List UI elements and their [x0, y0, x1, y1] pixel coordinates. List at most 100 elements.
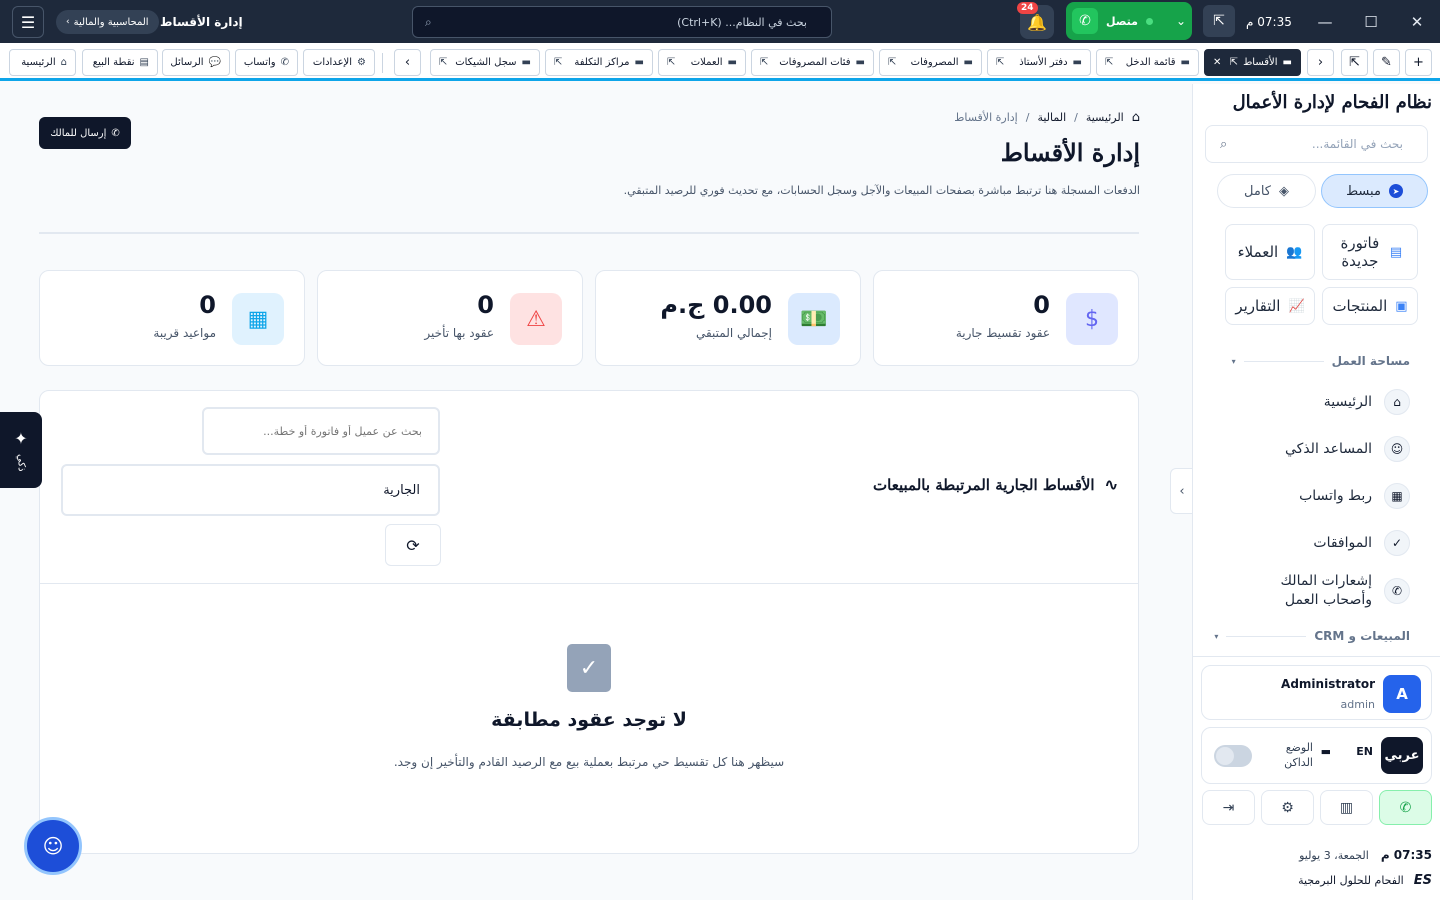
- tab-home[interactable]: ⌂ الرئيسية: [9, 49, 76, 76]
- sidebar-item-ai-assistant[interactable]: ☺ المساعد الذكي: [1285, 436, 1410, 462]
- breadcrumb-home[interactable]: الرئيسية: [1086, 111, 1124, 124]
- external-link-icon: ⇱: [996, 57, 1005, 68]
- stat-value: 0.00 ج.م: [660, 291, 772, 319]
- menu-button[interactable]: ☰: [12, 6, 44, 38]
- refresh-button[interactable]: ⟳: [385, 524, 441, 566]
- analytics-button[interactable]: ▥: [1320, 790, 1373, 825]
- tab-expense-categories[interactable]: ▬ فئات المصروفات ⇱: [751, 49, 874, 76]
- preferences-card: عربي EN ▬ الوضع الداكن: [1201, 727, 1432, 784]
- tab-whatsapp[interactable]: ✆ واتساب: [235, 49, 298, 76]
- chatbot-fab-button[interactable]: ☺: [24, 817, 82, 875]
- chevron-left-icon: ‹: [404, 55, 411, 70]
- sidebar-item-owner-notifications[interactable]: ✆ إشعارات المالك وأصحاب العمل: [1232, 572, 1410, 610]
- breadcrumb-chip[interactable]: ‹ المحاسبية والمالية: [56, 10, 159, 34]
- dark-mode-toggle[interactable]: [1214, 745, 1252, 767]
- tab-currencies[interactable]: ▬ العملات ⇱: [658, 49, 746, 76]
- contracts-search-input[interactable]: [202, 407, 440, 455]
- sidebar-search[interactable]: بحث في القائمة... ⌕: [1205, 125, 1428, 163]
- section-workspace[interactable]: مساحة العمل ▾: [1232, 354, 1410, 368]
- new-tab-button[interactable]: +: [1405, 49, 1432, 76]
- tab-expenses[interactable]: ▬ المصروفات ⇱: [879, 49, 982, 76]
- sidebar-footer-divider: [1193, 656, 1440, 657]
- page-heading: إدارة الأقساط: [1000, 138, 1140, 167]
- breadcrumb: ⌂ الرئيسية / المالية / إدارة الأقساط: [954, 110, 1140, 125]
- section-line: [1226, 635, 1307, 637]
- calendar-icon: ▦: [232, 293, 284, 345]
- sidebar-item-whatsapp-link[interactable]: ▦ ربط واتساب: [1299, 483, 1410, 509]
- sidebar-item-approvals[interactable]: ✓ الموافقات: [1313, 530, 1410, 556]
- user-name: Administrator: [1281, 677, 1375, 691]
- home-icon: ⌂: [60, 57, 67, 68]
- breadcrumb-separator: /: [1074, 111, 1078, 124]
- tab-income-statement[interactable]: ▬ قائمة الدخل ⇱: [1096, 49, 1199, 76]
- sidebar-collapse-button[interactable]: ‹: [1170, 468, 1194, 514]
- moon-icon: ▬: [1320, 745, 1331, 758]
- chevron-down-icon[interactable]: ⌄: [1176, 14, 1186, 28]
- global-search[interactable]: ⌕ بحث في النظام... (Ctrl+K): [412, 6, 832, 38]
- wallet-icon: ▬: [634, 57, 644, 68]
- clear-tabs-button[interactable]: ✎: [1373, 49, 1400, 76]
- quick-new-invoice[interactable]: ▤ فاتورة جديدة: [1322, 224, 1418, 280]
- logout-button[interactable]: ⇥: [1202, 790, 1255, 825]
- ai-assistant-side-tab[interactable]: ✦ ذكي: [0, 412, 42, 488]
- online-dot-icon: [1145, 17, 1153, 25]
- external-link-icon: ⇱: [1229, 57, 1239, 68]
- installments-panel: ∿ الأقساط الجارية المرتبطة بالمبيعات الج…: [39, 390, 1139, 854]
- bell-icon: 🔔: [1027, 12, 1047, 32]
- empty-state-title: لا توجد عقود مطابقة: [491, 709, 687, 731]
- tab-cost-centers[interactable]: ▬ مراكز التكلفة ⇱: [545, 49, 653, 76]
- quick-products[interactable]: ▣ المنتجات: [1322, 287, 1418, 325]
- dark-mode-label: الوضع الداكن: [1284, 741, 1313, 769]
- quick-reports[interactable]: 📈 التقارير: [1225, 287, 1315, 325]
- tab-settings[interactable]: ⚙ الإعدادات: [303, 49, 375, 76]
- external-window-button[interactable]: ⇱: [1203, 5, 1235, 37]
- whatsapp-status[interactable]: ✆ متصل ⌄: [1066, 2, 1192, 40]
- tab-pos[interactable]: ▤ نقطة البيع: [82, 49, 158, 76]
- notifications-button[interactable]: 🔔 24: [1017, 2, 1054, 39]
- quick-customers[interactable]: 👥 العملاء: [1225, 224, 1315, 280]
- external-link-icon: ⇱: [554, 57, 563, 68]
- open-in-window-button[interactable]: ⇱: [1341, 49, 1368, 76]
- sidebar: نظام الفحام لإدارة الأعمال بحث في القائم…: [1192, 84, 1440, 900]
- tabs-scroll-left-button[interactable]: ‹: [394, 49, 421, 76]
- tabs-scroll-right-button[interactable]: ›: [1307, 49, 1334, 76]
- minimize-button[interactable]: —: [1302, 0, 1348, 43]
- status-filter-select[interactable]: الجارية: [61, 464, 440, 516]
- refresh-icon: ⟳: [406, 535, 420, 555]
- maximize-button[interactable]: ☐: [1348, 0, 1394, 43]
- avatar: A: [1383, 675, 1421, 713]
- chevron-down-icon: ▾: [1231, 356, 1236, 366]
- send-owner-button[interactable]: ✆ إرسال للمالك: [39, 117, 131, 149]
- tab-ledger[interactable]: ▬ دفتر الأستاذ ⇱: [987, 49, 1091, 76]
- home-icon: ⌂: [1384, 389, 1410, 415]
- mode-simple-toggle[interactable]: ➤ مبسط: [1321, 174, 1428, 208]
- tab-messages[interactable]: 💬 الرسائل: [162, 49, 230, 76]
- company-logo: ES: [1413, 873, 1432, 888]
- whatsapp-icon: ✆: [111, 127, 120, 139]
- settings-button[interactable]: ⚙: [1261, 790, 1314, 825]
- sidebar-item-home[interactable]: ⌂ الرئيسية: [1324, 389, 1410, 415]
- messages-icon: 💬: [208, 57, 221, 68]
- mode-full-toggle[interactable]: ◈ كامل: [1217, 174, 1316, 208]
- tab-cheques[interactable]: ▬ سجل الشيكات ⇱: [430, 49, 540, 76]
- whatsapp-icon: ✆: [1399, 799, 1412, 816]
- section-line: [1243, 360, 1324, 362]
- close-button[interactable]: ✕: [1394, 0, 1440, 43]
- section-sales-crm[interactable]: المبيعات و CRM ▾: [1214, 629, 1410, 643]
- whatsapp-icon: ✆: [1072, 8, 1098, 34]
- close-tab-icon[interactable]: ✕: [1213, 57, 1221, 68]
- whatsapp-footer-button[interactable]: ✆: [1379, 790, 1432, 825]
- external-link-icon: ⇱: [667, 57, 676, 68]
- user-card[interactable]: A Administrator admin: [1201, 665, 1432, 720]
- wallet-icon: ▬: [963, 57, 973, 68]
- lang-en-button[interactable]: EN: [1356, 745, 1373, 758]
- wallet-icon: ▬: [1072, 57, 1082, 68]
- breadcrumb-section[interactable]: المالية: [1037, 111, 1066, 124]
- lang-ar-button[interactable]: عربي: [1381, 737, 1423, 774]
- toggle-knob: [1216, 747, 1234, 765]
- clock-display: 07:35 م: [1246, 15, 1292, 29]
- user-role: admin: [1340, 698, 1375, 711]
- app-title: نظام الفحام لإدارة الأعمال: [1232, 92, 1432, 113]
- stat-label: عقود بها تأخير: [424, 326, 494, 340]
- tab-installments[interactable]: ▬ الأقساط ⇱ ✕: [1204, 49, 1301, 76]
